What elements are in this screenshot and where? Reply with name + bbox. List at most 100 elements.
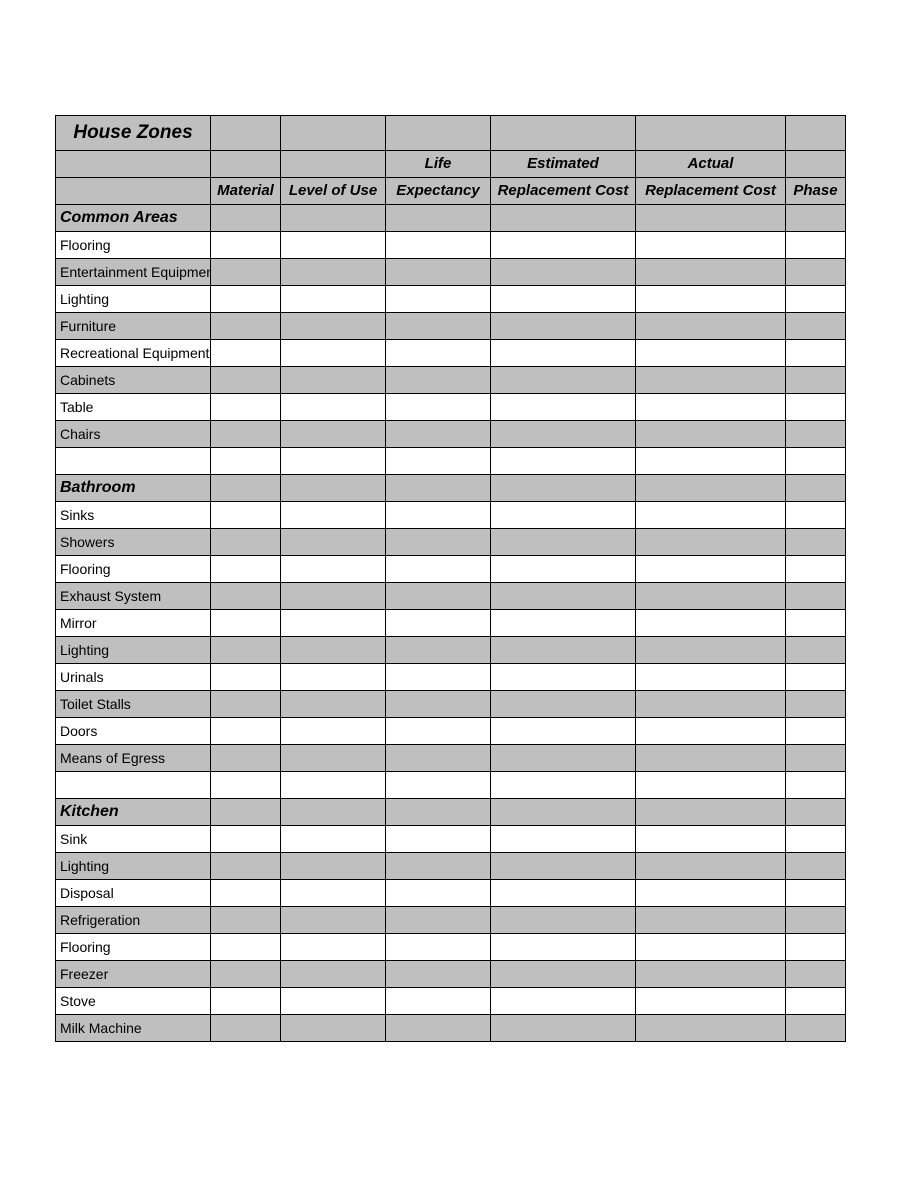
data-cell (281, 367, 386, 394)
data-cell (386, 961, 491, 988)
section-header: Common Areas (56, 205, 211, 232)
data-cell (636, 502, 786, 529)
data-cell (636, 367, 786, 394)
data-cell (491, 583, 636, 610)
data-cell (386, 691, 491, 718)
data-cell (491, 394, 636, 421)
data-cell (211, 1015, 281, 1042)
data-cell (636, 826, 786, 853)
data-cell (636, 961, 786, 988)
data-cell (386, 529, 491, 556)
item-label: Lighting (56, 853, 211, 880)
data-cell (636, 313, 786, 340)
data-cell (281, 745, 386, 772)
data-cell (786, 907, 846, 934)
column-header-top: Estimated (491, 151, 636, 178)
data-cell (281, 880, 386, 907)
item-label: Table (56, 394, 211, 421)
data-cell (386, 718, 491, 745)
data-cell (386, 502, 491, 529)
data-cell (281, 934, 386, 961)
data-cell (491, 232, 636, 259)
data-cell (386, 367, 491, 394)
item-label: Furniture (56, 313, 211, 340)
data-cell (636, 880, 786, 907)
data-cell (786, 583, 846, 610)
data-cell (491, 502, 636, 529)
data-cell (211, 394, 281, 421)
item-label: Milk Machine (56, 1015, 211, 1042)
data-cell (281, 664, 386, 691)
data-cell (786, 232, 846, 259)
house-zones-table: House ZonesLifeEstimatedActualMaterialLe… (55, 115, 845, 1042)
data-cell (491, 826, 636, 853)
data-cell (636, 853, 786, 880)
column-header: Phase (786, 178, 846, 205)
item-label: Disposal (56, 880, 211, 907)
data-cell (786, 826, 846, 853)
table-title: House Zones (56, 116, 211, 151)
data-cell (211, 583, 281, 610)
data-cell (491, 853, 636, 880)
data-cell (786, 286, 846, 313)
item-label: Recreational Equipment (56, 340, 211, 367)
data-cell (281, 556, 386, 583)
data-cell (786, 934, 846, 961)
data-cell (211, 934, 281, 961)
data-cell (636, 745, 786, 772)
data-cell (636, 664, 786, 691)
data-cell (211, 664, 281, 691)
data-cell (786, 259, 846, 286)
data-cell (281, 610, 386, 637)
data-cell (386, 259, 491, 286)
data-cell (211, 232, 281, 259)
data-cell (636, 583, 786, 610)
data-cell (386, 880, 491, 907)
data-cell (491, 340, 636, 367)
data-cell (211, 367, 281, 394)
data-cell (786, 1015, 846, 1042)
item-label: Refrigeration (56, 907, 211, 934)
data-cell (491, 664, 636, 691)
data-cell (786, 610, 846, 637)
item-label: Sinks (56, 502, 211, 529)
data-cell (786, 637, 846, 664)
data-cell (636, 691, 786, 718)
data-cell (786, 718, 846, 745)
data-cell (211, 826, 281, 853)
data-cell (281, 691, 386, 718)
data-cell (786, 745, 846, 772)
data-cell (281, 232, 386, 259)
data-cell (281, 637, 386, 664)
item-label: Sink (56, 826, 211, 853)
data-cell (386, 664, 491, 691)
data-cell (281, 853, 386, 880)
data-cell (786, 853, 846, 880)
data-cell (636, 556, 786, 583)
data-cell (636, 286, 786, 313)
data-cell (386, 934, 491, 961)
data-cell (491, 880, 636, 907)
data-cell (211, 988, 281, 1015)
column-header: Expectancy (386, 178, 491, 205)
data-cell (491, 745, 636, 772)
data-cell (386, 340, 491, 367)
data-cell (636, 394, 786, 421)
data-cell (786, 313, 846, 340)
data-cell (281, 340, 386, 367)
data-cell (211, 961, 281, 988)
data-cell (386, 745, 491, 772)
item-label: Flooring (56, 934, 211, 961)
item-label: Freezer (56, 961, 211, 988)
data-cell (386, 232, 491, 259)
data-cell (281, 826, 386, 853)
data-cell (636, 1015, 786, 1042)
data-cell (636, 610, 786, 637)
data-cell (281, 286, 386, 313)
data-cell (211, 907, 281, 934)
column-header-top: Actual (636, 151, 786, 178)
data-cell (491, 421, 636, 448)
data-cell (786, 529, 846, 556)
data-cell (281, 961, 386, 988)
data-cell (211, 259, 281, 286)
